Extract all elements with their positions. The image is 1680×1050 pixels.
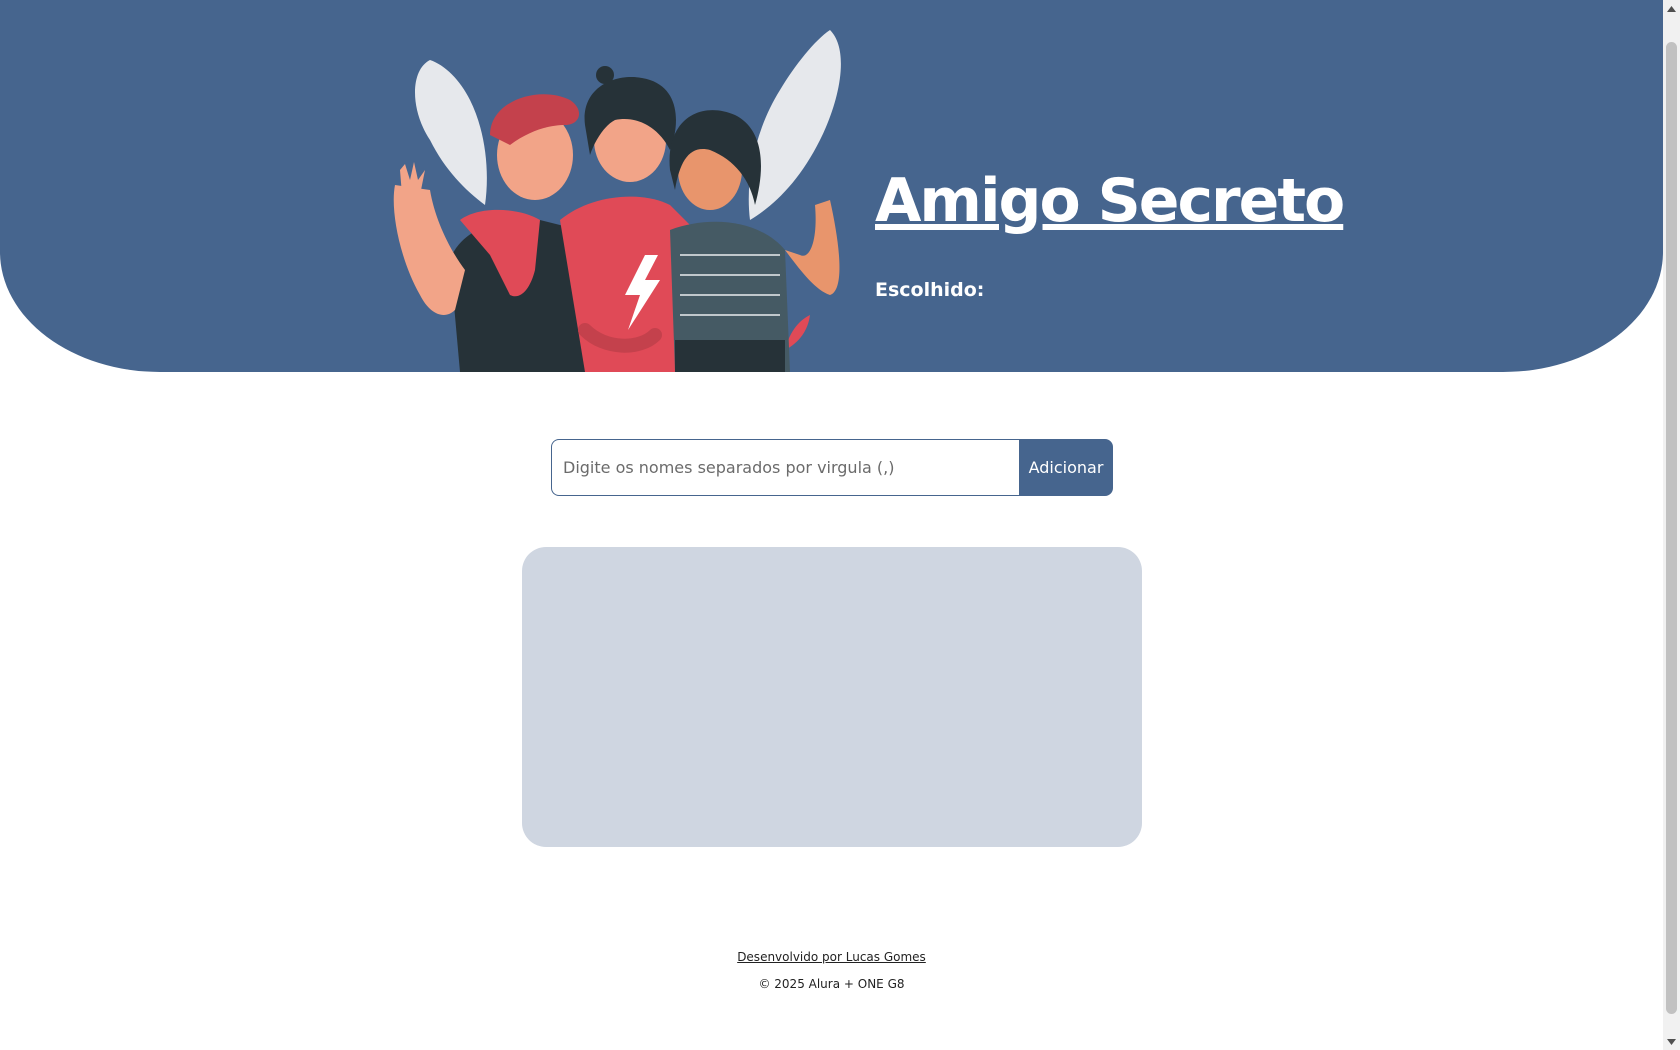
scroll-up-arrow-icon[interactable] xyxy=(1663,0,1680,17)
names-input[interactable] xyxy=(551,439,1019,496)
chosen-result-label: Escolhido: xyxy=(875,279,985,301)
vertical-scrollbar[interactable] xyxy=(1663,0,1680,1050)
add-names-form: Adicionar xyxy=(551,439,1113,496)
friends-illustration xyxy=(393,30,841,372)
scroll-down-arrow-icon[interactable] xyxy=(1663,1033,1680,1050)
page-title: Amigo Secreto xyxy=(875,166,1345,236)
page: Amigo Secreto Escolhido: Adicionar Desen… xyxy=(0,0,1663,1050)
footer-credit-link[interactable]: Desenvolvido por Lucas Gomes xyxy=(0,950,1663,964)
footer-copyright: © 2025 Alura + ONE G8 xyxy=(758,977,905,991)
scrollbar-thumb[interactable] xyxy=(1666,42,1677,1014)
names-list-box xyxy=(522,547,1142,847)
add-button[interactable]: Adicionar xyxy=(1019,439,1113,496)
